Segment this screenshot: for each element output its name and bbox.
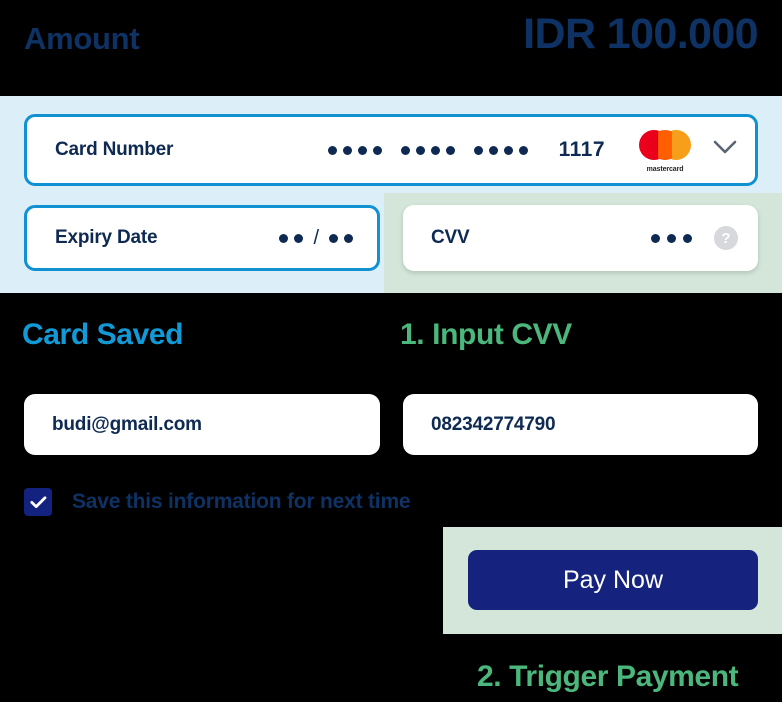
expiry-date-field[interactable]: Expiry Date /	[24, 205, 380, 271]
card-saved-heading: Card Saved	[22, 318, 184, 351]
amount-row: Amount IDR 100.000	[0, 0, 782, 96]
expiry-year-mask	[329, 233, 353, 243]
trigger-payment-heading: 2. Trigger Payment	[477, 660, 739, 693]
expiry-date-label: Expiry Date	[55, 227, 158, 248]
checkmark-icon	[29, 495, 46, 508]
cvv-label: CVV	[431, 227, 470, 248]
expiry-mask: /	[279, 227, 353, 250]
amount-value: IDR 100.000	[523, 10, 758, 58]
card-number-label: Card Number	[55, 139, 174, 160]
save-info-label: Save this information for next time	[72, 490, 411, 513]
phone-field[interactable]: 082342774790	[403, 394, 758, 455]
cvv-field[interactable]: CVV ?	[403, 205, 758, 271]
card-mask-group-3	[473, 145, 528, 155]
expiry-separator: /	[313, 226, 319, 249]
input-cvv-heading: 1. Input CVV	[400, 318, 572, 351]
mastercard-icon: mastercard	[639, 128, 691, 173]
save-info-checkbox[interactable]	[24, 488, 52, 516]
phone-value: 082342774790	[431, 413, 556, 435]
card-mask-group-1	[327, 145, 382, 155]
save-info-row[interactable]: Save this information for next time	[24, 488, 411, 516]
amount-label: Amount	[24, 21, 140, 56]
question-mark-icon[interactable]: ?	[714, 226, 738, 250]
email-field[interactable]: budi@gmail.com	[24, 394, 380, 455]
cvv-mask	[651, 233, 692, 243]
email-value: budi@gmail.com	[52, 413, 202, 435]
mastercard-wordmark: mastercard	[646, 166, 684, 173]
card-mask-group-2	[400, 145, 455, 155]
payment-screen: Amount IDR 100.000 Card Number 1117 mast…	[0, 0, 782, 702]
card-number-mask: 1117	[327, 138, 605, 162]
card-last-four: 1117	[558, 138, 605, 161]
expiry-month-mask	[279, 233, 304, 243]
chevron-down-icon[interactable]	[713, 140, 737, 160]
pay-now-button[interactable]: Pay Now	[468, 550, 758, 610]
card-number-field[interactable]: Card Number 1117 mastercard	[24, 114, 758, 186]
